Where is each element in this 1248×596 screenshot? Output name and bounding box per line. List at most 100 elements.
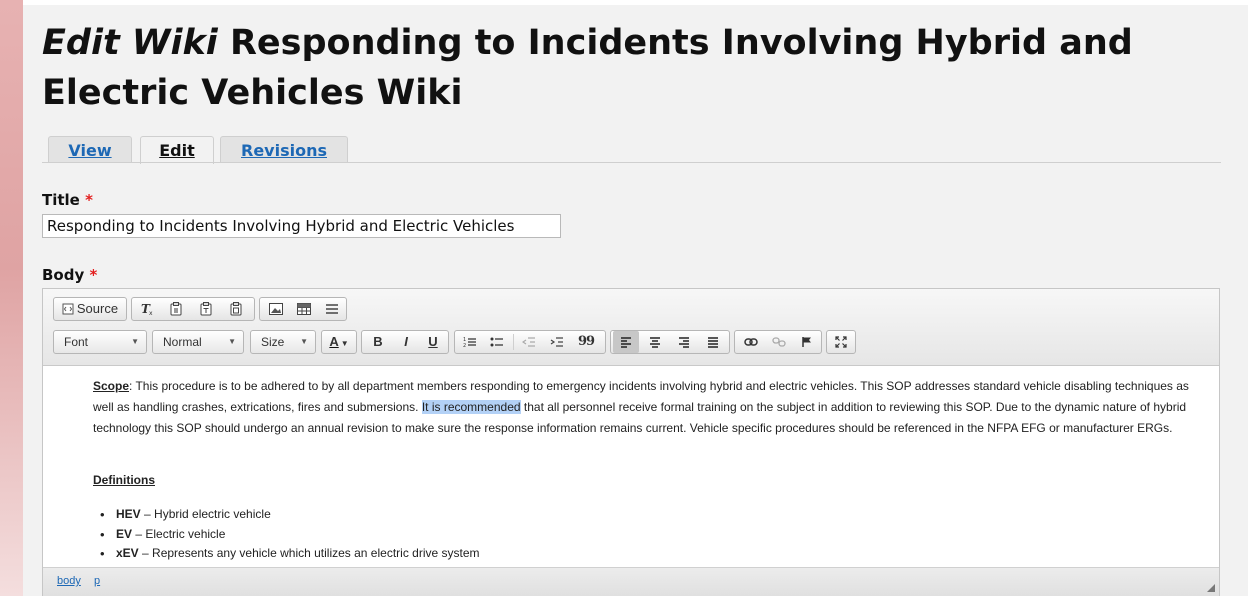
anchor-icon (802, 337, 811, 347)
svg-text:x: x (149, 310, 153, 316)
toolbar-separator (513, 334, 514, 350)
page-title-prefix: Edit Wiki (42, 23, 218, 63)
align-right-button[interactable] (671, 331, 697, 353)
justify-icon (708, 337, 718, 348)
size-select[interactable]: Size ▼ (250, 330, 316, 354)
editor-toolbar: Source Tx Font ▼ Normal ▼ Size ▼ A ▼ B I… (43, 289, 1219, 366)
chevron-down-icon: ▼ (228, 337, 236, 346)
outdent-icon (521, 337, 535, 347)
definition-desc: – Electric vehicle (132, 526, 226, 541)
toolbar-group-paragraph: 12 99 (454, 330, 606, 354)
scope-paragraph: Scope: This procedure is to be adhered t… (93, 376, 1203, 439)
paste-word-button[interactable] (223, 298, 249, 320)
selected-text: It is recommended (421, 400, 521, 414)
numbered-list-button[interactable]: 12 (458, 331, 482, 353)
table-button[interactable] (291, 298, 317, 320)
list-item: EV – Electric vehicle (98, 525, 480, 545)
remove-format-icon: Tx (141, 302, 153, 317)
italic-button[interactable]: I (393, 331, 419, 353)
body-label-text: Body (42, 266, 85, 284)
svg-text:2: 2 (463, 343, 466, 348)
link-icon (744, 338, 758, 346)
definitions-list: HEV – Hybrid electric vehicle EV – Elect… (98, 505, 480, 564)
justify-button[interactable] (700, 331, 726, 353)
image-icon (269, 303, 283, 315)
list-item: xEV – Represents any vehicle which utili… (98, 544, 480, 564)
paste-word-icon (230, 302, 242, 316)
required-marker: * (85, 191, 93, 209)
editor-statusbar: body p (43, 567, 1219, 596)
bold-button[interactable]: B (365, 331, 391, 353)
resize-handle-icon[interactable] (1207, 584, 1215, 592)
toolbar-group-basicstyles: B I U (361, 330, 449, 354)
underline-button[interactable]: U (420, 331, 446, 353)
image-button[interactable] (263, 298, 289, 320)
align-right-icon (679, 337, 689, 348)
source-icon (62, 303, 74, 315)
paste-text-icon (200, 302, 212, 316)
element-path-body[interactable]: body (57, 575, 81, 587)
size-select-label: Size (261, 335, 285, 349)
blockquote-button[interactable]: 99 (573, 331, 599, 353)
toolbar-group-clipboard: Tx (131, 297, 255, 321)
title-input[interactable]: Responding to Incidents Involving Hybrid… (42, 214, 561, 238)
required-marker: * (89, 266, 98, 284)
anchor-button[interactable] (794, 331, 820, 353)
maximize-icon (835, 336, 847, 348)
link-button[interactable] (738, 331, 764, 353)
indent-button[interactable] (545, 331, 569, 353)
paste-button[interactable] (163, 298, 189, 320)
definition-term: EV (116, 526, 133, 541)
format-select-label: Normal (163, 335, 202, 349)
page-title: Edit Wiki Responding to Incidents Involv… (42, 18, 1222, 118)
chevron-down-icon: ▼ (340, 339, 349, 348)
definitions-heading: Definitions (93, 473, 155, 487)
toolbar-group-links (734, 330, 822, 354)
horizontal-rule-button[interactable] (319, 298, 345, 320)
toolbar-group-color: A ▼ (321, 330, 357, 354)
font-color-icon: A (329, 334, 339, 349)
indent-icon (550, 337, 563, 347)
tab-edit[interactable]: Edit (140, 136, 214, 164)
source-label: Source (76, 301, 119, 316)
paste-icon (170, 302, 182, 316)
bulleted-list-button[interactable] (485, 331, 509, 353)
unlink-button[interactable] (766, 331, 792, 353)
format-select[interactable]: Normal ▼ (152, 330, 244, 354)
paste-text-button[interactable] (193, 298, 219, 320)
chevron-down-icon: ▼ (131, 337, 139, 346)
tab-revisions[interactable]: Revisions (220, 136, 348, 163)
definition-desc: – Hybrid electric vehicle (140, 507, 271, 521)
table-icon (297, 303, 311, 315)
font-select-label: Font (64, 335, 89, 349)
toolbar-group-document: Source (53, 297, 127, 321)
numbered-list-icon: 12 (463, 337, 476, 349)
element-path-p[interactable]: p (94, 575, 100, 587)
source-button[interactable]: Source (54, 298, 126, 320)
align-left-icon (621, 337, 631, 348)
title-label-text: Title (42, 191, 80, 209)
outdent-button[interactable] (517, 331, 541, 353)
align-center-button[interactable] (642, 331, 668, 353)
toolbar-group-tools (826, 330, 856, 354)
definition-term: xEV (116, 546, 139, 560)
font-color-button[interactable]: A ▼ (322, 331, 356, 353)
bulleted-list-icon (490, 337, 503, 347)
remove-format-button[interactable]: Tx (134, 298, 160, 320)
align-left-button[interactable] (613, 331, 639, 353)
font-select[interactable]: Font ▼ (53, 330, 147, 354)
title-field-label: Title * (42, 191, 93, 209)
maximize-button[interactable] (828, 331, 854, 353)
tab-view[interactable]: View (48, 136, 132, 163)
blockquote-icon: 99 (577, 334, 595, 349)
chevron-down-icon: ▼ (300, 337, 308, 346)
definition-desc: – Represents any vehicle which utilizes … (138, 546, 480, 560)
toolbar-group-insert (259, 297, 347, 321)
definition-term: HEV (116, 507, 141, 521)
list-item: HEV – Hybrid electric vehicle (98, 505, 480, 525)
body-field-label: Body * (42, 266, 97, 284)
left-accent-strip (0, 0, 23, 596)
align-center-icon (650, 337, 660, 348)
editor-content[interactable]: Scope: This procedure is to be adhered t… (43, 366, 1219, 567)
scope-label: Scope (93, 379, 130, 393)
